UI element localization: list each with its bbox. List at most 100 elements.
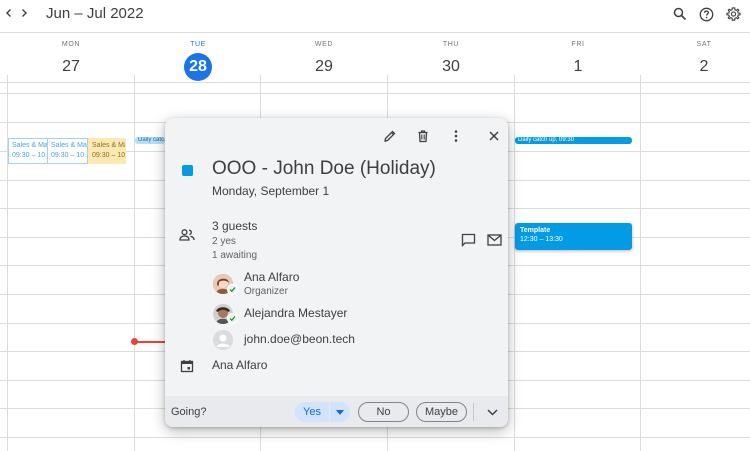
hour-tick xyxy=(0,351,7,352)
event-detail-popup: OOO - John Doe (Holiday) Monday, Septemb… xyxy=(165,118,508,427)
chat-icon xyxy=(461,233,475,247)
edit-event-button[interactable] xyxy=(378,124,402,148)
guest-role: Organizer xyxy=(244,286,288,297)
event-title: Sales & Ma xyxy=(12,142,48,149)
hour-tick xyxy=(0,208,7,209)
hour-tick xyxy=(0,294,7,295)
day-header-thu[interactable]: THU 30 xyxy=(388,40,514,81)
day-header-wed[interactable]: WED 29 xyxy=(261,40,387,81)
event-color-chip xyxy=(182,165,193,176)
day-header-sat[interactable]: SAT 2 xyxy=(641,40,750,81)
chevron-right-icon xyxy=(22,9,27,17)
day-name: FRI xyxy=(571,41,585,48)
event-title: OOO - John Doe (Holiday) xyxy=(212,158,436,179)
day-number[interactable]: 1 xyxy=(515,53,641,81)
help-icon xyxy=(699,7,713,21)
more-vert-icon xyxy=(454,130,458,142)
event-sales-1[interactable]: Sales & Ma 09:30 – 10 xyxy=(8,138,48,164)
day-name: TUE xyxy=(190,41,206,48)
event-title: Sales & Ma xyxy=(92,142,126,149)
delete-event-button[interactable] xyxy=(411,124,435,148)
hour-tick xyxy=(0,237,7,238)
event-sales-3[interactable]: Sales & Ma 09:30 – 10 xyxy=(88,138,126,164)
people-icon xyxy=(178,226,196,244)
hour-tick xyxy=(0,122,7,123)
day-number[interactable]: 2 xyxy=(641,53,750,81)
day-column-divider xyxy=(514,75,515,451)
caret-down-icon xyxy=(336,409,344,415)
event-sales-2[interactable]: Sales & Ma 09:30 – 10 xyxy=(47,138,88,164)
going-label: Going? xyxy=(171,406,207,418)
day-column-divider xyxy=(134,75,135,451)
email-guests-button[interactable] xyxy=(485,231,503,249)
gear-icon xyxy=(725,6,741,21)
hour-row-divider xyxy=(7,437,750,438)
hour-tick xyxy=(0,323,7,324)
guest-email[interactable]: john.doe@beon.tech xyxy=(244,332,355,346)
email-guests-button-chat[interactable] xyxy=(459,231,477,249)
rsvp-maybe-button[interactable]: Maybe xyxy=(416,402,467,422)
help-button[interactable] xyxy=(696,4,716,24)
calendar-owner: Ana Alfaro xyxy=(212,358,268,372)
accepted-check-icon xyxy=(227,284,238,295)
hour-row-divider xyxy=(7,93,750,94)
event-daily-fri[interactable]: Daily catch up, 09:30 xyxy=(515,137,632,144)
guest-name[interactable]: Alejandra Mestayer xyxy=(244,306,347,320)
guest-name[interactable]: Ana Alfaro xyxy=(244,270,299,284)
day-name: THU xyxy=(442,41,460,48)
hour-tick xyxy=(0,408,7,409)
day-name: MON xyxy=(61,41,81,48)
hour-tick xyxy=(0,380,7,381)
search-icon xyxy=(673,7,687,21)
close-icon xyxy=(489,131,499,141)
day-column-divider xyxy=(7,75,8,451)
hour-row-divider xyxy=(7,82,750,83)
next-button[interactable] xyxy=(15,4,33,22)
event-date: Monday, September 1 xyxy=(212,184,330,198)
hour-tick xyxy=(0,151,7,152)
close-popup-button[interactable] xyxy=(482,124,506,148)
calendar-icon xyxy=(178,357,196,375)
day-column-divider xyxy=(640,75,641,451)
event-time: 09:30 – 10 xyxy=(92,152,126,159)
day-number[interactable]: 29 xyxy=(261,53,387,81)
chevron-left-icon xyxy=(6,9,11,17)
event-title: Sales & Ma xyxy=(51,142,87,149)
guests-yes: 2 yes xyxy=(212,236,236,247)
search-button[interactable] xyxy=(670,4,690,24)
avatar-placeholder xyxy=(213,330,233,350)
event-time: 09:30 – 10 xyxy=(12,152,46,159)
rsvp-expand-button[interactable] xyxy=(483,403,501,421)
footer-divider xyxy=(473,403,474,421)
hour-tick xyxy=(0,180,7,181)
event-title: Template xyxy=(520,227,551,234)
event-template[interactable]: Template 12:30 – 13:30 xyxy=(515,223,632,250)
rsvp-no-button[interactable]: No xyxy=(358,402,409,422)
mail-icon xyxy=(486,234,502,246)
day-number[interactable]: 27 xyxy=(8,53,134,81)
day-name: WED xyxy=(314,41,334,48)
hour-tick xyxy=(0,82,7,83)
rsvp-yes-button[interactable]: Yes xyxy=(295,402,329,422)
event-time: 09:30 – 10 xyxy=(51,152,85,159)
rsvp-yes-dropdown[interactable] xyxy=(330,402,350,422)
top-bar: Jun – Jul 2022 xyxy=(0,0,750,28)
current-time-line xyxy=(136,341,166,343)
event-time: 12:30 – 13:30 xyxy=(520,236,563,243)
rsvp-footer: Going? Yes No Maybe xyxy=(165,396,508,427)
header-divider xyxy=(0,32,750,33)
date-range-title: Jun – Jul 2022 xyxy=(46,5,144,22)
hour-tick xyxy=(0,265,7,266)
hour-tick xyxy=(0,437,7,438)
trash-icon xyxy=(418,130,428,143)
day-header-tue[interactable]: TUE 28 xyxy=(135,40,261,81)
day-header-mon[interactable]: MON 27 xyxy=(8,40,134,81)
day-number[interactable]: 30 xyxy=(388,53,514,81)
settings-button[interactable] xyxy=(723,4,743,24)
day-number-today[interactable]: 28 xyxy=(184,53,212,81)
event-daily-tue[interactable]: Daily catc xyxy=(135,137,165,144)
more-options-button[interactable] xyxy=(444,124,468,148)
pencil-icon xyxy=(384,130,396,142)
day-header-fri[interactable]: FRI 1 xyxy=(515,40,641,81)
hour-tick xyxy=(0,93,7,94)
